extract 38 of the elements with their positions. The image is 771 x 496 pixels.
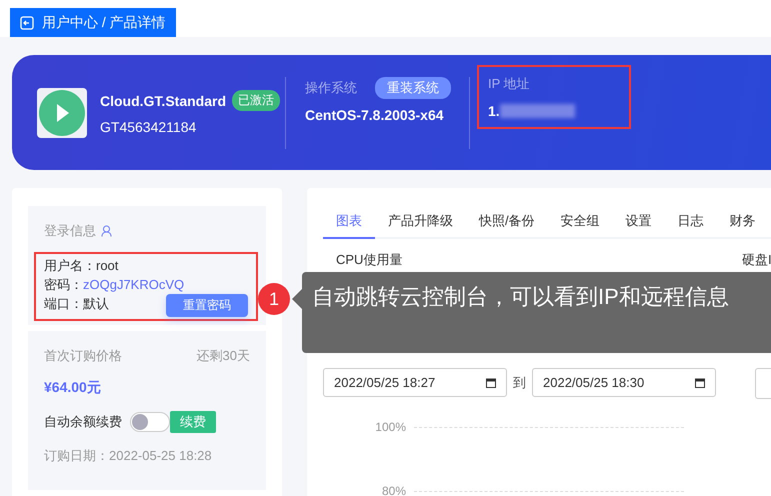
play-icon	[37, 88, 87, 138]
remaining-days: 还剩30天	[196, 347, 250, 365]
range-separator: 到	[513, 374, 526, 392]
price-value: ¥64.00元	[44, 379, 102, 397]
y-axis-label: 100%	[374, 420, 406, 434]
ip-label: IP 地址	[488, 75, 531, 93]
tab[interactable]: 图表	[323, 208, 375, 239]
login-line: 用户名：root	[44, 257, 118, 275]
end-date-field[interactable]: 2022/05/25 18:30	[532, 368, 716, 397]
os-label: 操作系统	[305, 79, 357, 97]
login-line: 密码：zOQgJ7KROcVQ	[44, 276, 184, 294]
price-label: 首次订购价格	[44, 347, 122, 365]
tab[interactable]: 设置	[612, 208, 665, 239]
y-axis-label: 80%	[380, 484, 406, 496]
os-value: CentOS-7.8.2003-x64	[305, 107, 445, 123]
tab[interactable]: 财务	[716, 208, 769, 239]
chart-title: 硬盘I	[742, 251, 771, 269]
login-line: 端口：默认	[44, 295, 109, 313]
calendar-icon	[486, 378, 496, 388]
tab[interactable]: 快照/备份	[466, 208, 548, 239]
product-id: GT4563421184	[100, 119, 198, 135]
auto-renew-toggle[interactable]	[130, 412, 170, 432]
order-date: 订购日期：2022-05-25 18:28	[44, 447, 213, 465]
auto-renew-label: 自动余额续费	[44, 413, 122, 431]
calendar-icon	[695, 378, 705, 388]
callout-tooltip: 自动跳转云控制台，可以看到IP和远程信息	[302, 272, 771, 353]
exit-icon	[20, 16, 34, 30]
breadcrumb-button[interactable]: 用户中心 / 产品详情	[10, 8, 176, 37]
start-date-field[interactable]: 2022/05/25 18:27	[323, 368, 507, 397]
status-badge: 已激活	[232, 90, 280, 111]
tab[interactable]: 安全组	[548, 208, 613, 239]
login-title: 登录信息	[44, 222, 96, 240]
product-name: Cloud.GT.Standard	[100, 92, 226, 108]
user-icon	[101, 225, 112, 237]
chart-title: CPU使用量	[336, 251, 404, 269]
tab[interactable]: 产品升降级	[375, 208, 466, 239]
ip-value: 1.	[488, 103, 500, 119]
tab[interactable]: 日志	[664, 208, 717, 239]
